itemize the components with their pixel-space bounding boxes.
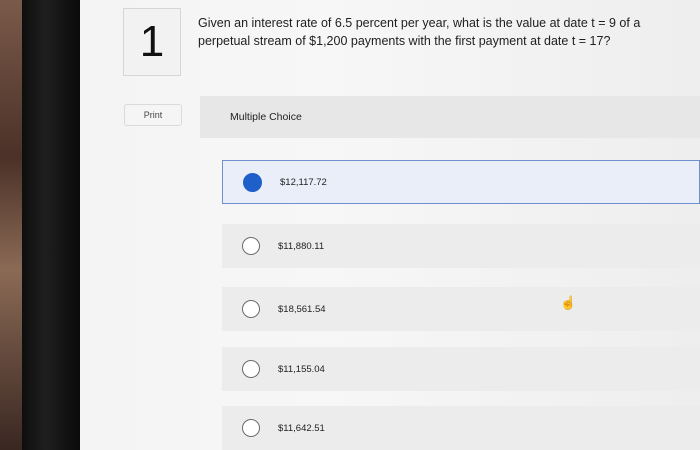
question-text: Given an interest rate of 6.5 percent pe… [198, 16, 641, 48]
multiple-choice-header: Multiple Choice [200, 96, 700, 138]
answer-option-label: $11,155.04 [278, 363, 325, 375]
radio-empty-icon[interactable] [242, 300, 260, 318]
answer-option-label: $12,117.72 [280, 176, 327, 188]
monitor-edge [22, 0, 80, 450]
radio-selected-icon[interactable] [243, 172, 262, 192]
radio-empty-icon[interactable] [242, 419, 260, 437]
answer-option-1[interactable]: $12,117.72 [222, 160, 700, 204]
answer-option-label: $11,642.51 [278, 422, 325, 434]
answer-option-4[interactable]: $11,155.04 [222, 347, 700, 391]
answer-option-2[interactable]: $11,880.11 [222, 224, 700, 268]
answer-option-label: $18,561.54 [278, 303, 326, 315]
radio-empty-icon[interactable] [242, 360, 260, 378]
answer-option-3[interactable]: $18,561.54 [222, 287, 700, 331]
multiple-choice-label: Multiple Choice [230, 111, 302, 123]
radio-empty-icon[interactable] [242, 237, 260, 255]
answer-option-label: $11,880.11 [278, 240, 325, 252]
quiz-screen: 1 Given an interest rate of 6.5 percent … [80, 0, 700, 450]
question-number: 1 [123, 8, 181, 76]
print-button[interactable]: Print [124, 104, 182, 126]
photo-bezel-left [0, 0, 22, 450]
hand-pointer-icon: ☝ [560, 295, 577, 310]
answer-option-5[interactable]: $11,642.51 [222, 406, 700, 450]
